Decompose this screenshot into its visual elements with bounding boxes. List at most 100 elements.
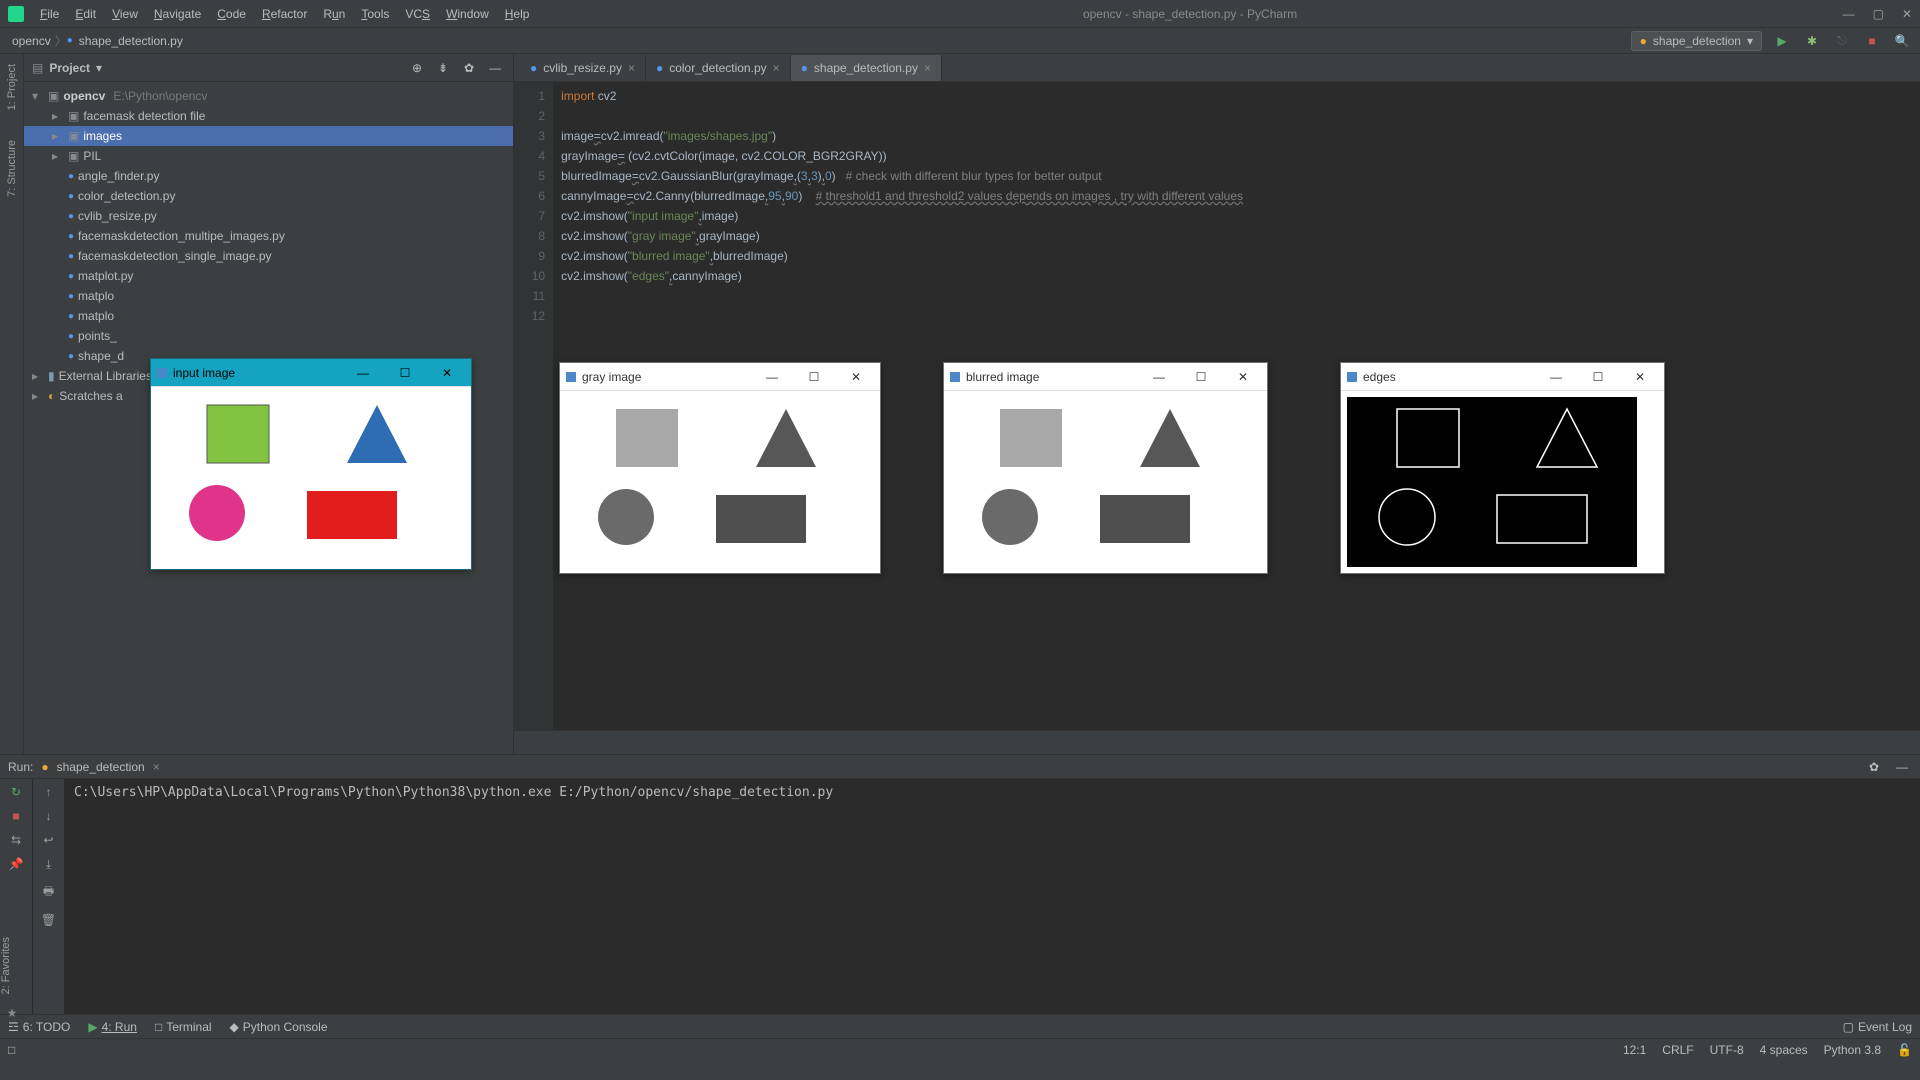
- interpreter[interactable]: Python 3.8: [1824, 1043, 1881, 1057]
- down-icon[interactable]: ↓: [46, 809, 52, 823]
- menu-refactor[interactable]: Refactor: [254, 7, 315, 21]
- locate-icon[interactable]: ⊕: [407, 58, 427, 78]
- debug-icon[interactable]: ✱: [1802, 31, 1822, 51]
- tab-cvlib[interactable]: ●cvlib_resize.py×: [520, 55, 646, 81]
- sidetab-project[interactable]: 1: Project: [6, 64, 18, 110]
- cv-window-titlebar[interactable]: gray image — ☐ ✕: [560, 363, 880, 391]
- cv-window-titlebar[interactable]: input image — ☐ ✕: [151, 359, 471, 387]
- project-header-label[interactable]: Project: [49, 61, 90, 75]
- run-output[interactable]: C:\Users\HP\AppData\Local\Programs\Pytho…: [64, 779, 1920, 1014]
- menu-window[interactable]: Window: [438, 7, 497, 21]
- menu-edit[interactable]: Edit: [67, 7, 104, 21]
- cv-window-titlebar[interactable]: edges — ☐ ✕: [1341, 363, 1664, 391]
- pin-icon[interactable]: 📌: [9, 857, 24, 871]
- window-title: opencv - shape_detection.py - PyCharm: [537, 7, 1842, 21]
- cv-window-input[interactable]: input image — ☐ ✕: [150, 358, 472, 570]
- maximize-icon[interactable]: ☐: [387, 366, 423, 380]
- lock-icon[interactable]: 🔓: [1897, 1043, 1912, 1057]
- run-tab-name[interactable]: shape_detection: [57, 760, 145, 774]
- tree-row[interactable]: ●matplot.py: [24, 266, 513, 286]
- minimize-icon[interactable]: —: [345, 366, 381, 380]
- chevron-down-icon[interactable]: ▾: [96, 61, 102, 75]
- sidetab-structure[interactable]: 7: Structure: [6, 140, 18, 197]
- tree-row[interactable]: ●matplo: [24, 306, 513, 326]
- close-icon[interactable]: ✕: [838, 370, 874, 384]
- tree-row[interactable]: ▸▣facemask detection file: [24, 106, 513, 126]
- close-icon[interactable]: ✕: [429, 366, 465, 380]
- minimize-icon[interactable]: —: [1141, 370, 1177, 384]
- tree-row[interactable]: ●points_: [24, 326, 513, 346]
- btab-eventlog[interactable]: ▢ Event Log: [1843, 1020, 1912, 1034]
- minimize-icon[interactable]: —: [1843, 7, 1855, 21]
- print-icon[interactable]: 🖶: [43, 882, 54, 903]
- maximize-icon[interactable]: ☐: [1580, 370, 1616, 384]
- scroll-icon[interactable]: ⤓: [46, 857, 51, 872]
- tree-root[interactable]: ▾▣ opencv E:\Python\opencv: [24, 86, 513, 106]
- line-ending[interactable]: CRLF: [1662, 1043, 1693, 1057]
- menu-view[interactable]: View: [104, 7, 146, 21]
- maximize-icon[interactable]: ☐: [1183, 370, 1219, 384]
- settings-icon[interactable]: ✿: [459, 58, 479, 78]
- btab-todo[interactable]: ☲ 6: TODO: [8, 1020, 70, 1034]
- cv-window-edges[interactable]: edges — ☐ ✕: [1340, 362, 1665, 574]
- attach-icon[interactable]: ⎋: [1832, 31, 1852, 51]
- run-settings-icon[interactable]: ✿: [1864, 757, 1884, 777]
- stop-icon[interactable]: ■: [1862, 31, 1882, 51]
- status-left-icon[interactable]: □: [8, 1043, 15, 1057]
- cv-window-blurred[interactable]: blurred image — ☐ ✕: [943, 362, 1268, 574]
- encoding[interactable]: UTF-8: [1710, 1043, 1744, 1057]
- tab-shape[interactable]: ●shape_detection.py×: [791, 55, 942, 81]
- minimize-icon[interactable]: —: [1538, 370, 1574, 384]
- tree-row[interactable]: ●angle_finder.py: [24, 166, 513, 186]
- cv-window-titlebar[interactable]: blurred image — ☐ ✕: [944, 363, 1267, 391]
- indent[interactable]: 4 spaces: [1760, 1043, 1808, 1057]
- run-tool-window: Run: ● shape_detection × ✿ — ↻ ■ ⇆ 📌 ↑ ↓…: [0, 754, 1920, 1014]
- menu-file[interactable]: File: [32, 7, 67, 21]
- menu-tools[interactable]: Tools: [353, 7, 397, 21]
- hide-icon[interactable]: —: [485, 58, 505, 78]
- up-icon[interactable]: ↑: [46, 785, 52, 799]
- run-icon[interactable]: ▶: [1772, 31, 1792, 51]
- softwrap-icon[interactable]: ↩: [43, 833, 53, 847]
- maximize-icon[interactable]: ☐: [796, 370, 832, 384]
- rerun-icon[interactable]: ↻: [11, 785, 21, 799]
- close-icon[interactable]: ✕: [1225, 370, 1261, 384]
- collapse-icon[interactable]: ⇟: [433, 58, 453, 78]
- sidetab-favorites[interactable]: 2: Favorites: [0, 933, 12, 998]
- tree-row[interactable]: ●facemaskdetection_multipe_images.py: [24, 226, 513, 246]
- tree-row-images[interactable]: ▸▣images: [24, 126, 513, 146]
- close-icon[interactable]: ✕: [1902, 7, 1912, 21]
- menu-code[interactable]: Code: [209, 7, 254, 21]
- breadcrumb-file[interactable]: shape_detection.py: [75, 34, 187, 48]
- search-icon[interactable]: 🔍: [1892, 31, 1912, 51]
- menu-navigate[interactable]: Navigate: [146, 7, 209, 21]
- tree-row[interactable]: ●matplo: [24, 286, 513, 306]
- menu-help[interactable]: Help: [497, 7, 538, 21]
- close-tab-icon[interactable]: ×: [628, 61, 635, 75]
- tree-row[interactable]: ▸▣PIL: [24, 146, 513, 166]
- close-icon[interactable]: ✕: [1622, 370, 1658, 384]
- btab-run[interactable]: ▶ 4: Run: [88, 1020, 137, 1034]
- trash-icon[interactable]: 🗑: [41, 913, 56, 927]
- minimize-icon[interactable]: —: [754, 370, 790, 384]
- menu-run[interactable]: Run: [315, 7, 353, 21]
- run-config-selector[interactable]: ● shape_detection ▾: [1631, 31, 1762, 51]
- run-hide-icon[interactable]: —: [1892, 757, 1912, 777]
- maximize-icon[interactable]: ▢: [1873, 7, 1884, 21]
- close-tab-icon[interactable]: ×: [773, 61, 780, 75]
- tree-row[interactable]: ●color_detection.py: [24, 186, 513, 206]
- menu-vcs[interactable]: VCS: [397, 7, 438, 21]
- close-tab-icon[interactable]: ×: [924, 61, 931, 75]
- close-run-tab-icon[interactable]: ×: [153, 760, 160, 774]
- btab-pyconsole[interactable]: ◆ Python Console: [230, 1020, 328, 1034]
- layout-icon[interactable]: ⇆: [11, 833, 21, 847]
- tree-row[interactable]: ●facemaskdetection_single_image.py: [24, 246, 513, 266]
- cv-window-gray[interactable]: gray image — ☐ ✕: [559, 362, 881, 574]
- stop-run-icon[interactable]: ■: [12, 809, 19, 823]
- tree-row[interactable]: ●cvlib_resize.py: [24, 206, 513, 226]
- breadcrumb-root[interactable]: opencv: [8, 34, 55, 48]
- cursor-position[interactable]: 12:1: [1623, 1043, 1646, 1057]
- btab-terminal[interactable]: □ Terminal: [155, 1020, 212, 1034]
- tab-color[interactable]: ●color_detection.py×: [646, 55, 791, 81]
- star-icon[interactable]: ★: [0, 1006, 24, 1020]
